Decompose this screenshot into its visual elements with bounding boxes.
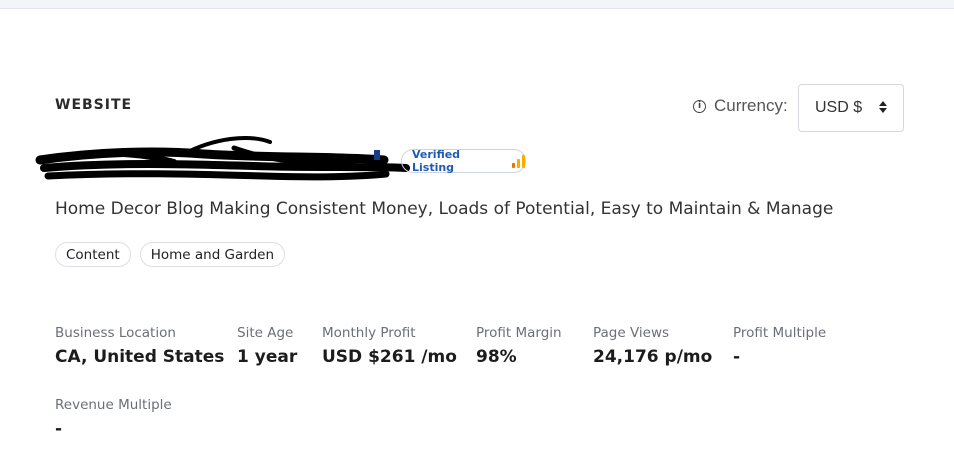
metric-business-location: Business Location CA, United States [55, 325, 224, 367]
metric-value: - [733, 347, 741, 367]
analytics-icon [512, 154, 525, 168]
metric-label: Revenue Multiple [55, 397, 172, 413]
redacted-title-scribble [35, 136, 410, 181]
metric-label: Monthly Profit [322, 325, 416, 341]
verified-listing-badge: Verified Listing [401, 148, 526, 174]
metric-profit-multiple: Profit Multiple - [733, 325, 826, 367]
metric-monthly-profit: Monthly Profit USD $261 /mo [322, 325, 457, 367]
tag-list: Content Home and Garden [55, 242, 286, 267]
listing-subtitle: Home Decor Blog Making Consistent Money,… [55, 199, 834, 219]
metric-label: Business Location [55, 325, 176, 341]
metric-label: Site Age [237, 325, 294, 341]
currency-selected-value: USD $ [815, 99, 863, 116]
currency-control: i Currency: [693, 96, 788, 116]
metric-value: 98% [476, 347, 517, 367]
sort-icon [879, 101, 887, 113]
currency-label: Currency: [714, 96, 788, 115]
metric-label: Profit Multiple [733, 325, 827, 341]
verified-listing-label: Verified Listing [412, 148, 461, 174]
metric-profit-margin: Profit Margin 98% [476, 325, 562, 367]
top-bar [0, 0, 954, 9]
tag-content[interactable]: Content [55, 242, 131, 267]
metric-label: Profit Margin [476, 325, 562, 341]
metric-label: Page Views [593, 325, 670, 341]
section-label: WEBSITE [55, 97, 133, 113]
metric-value: 24,176 p/mo [593, 347, 713, 367]
metric-value: CA, United States [55, 347, 225, 367]
metric-value: 1 year [237, 347, 298, 367]
metric-value: - [55, 419, 63, 439]
currency-select[interactable]: USD $ [798, 84, 904, 132]
metric-revenue-multiple: Revenue Multiple - [55, 397, 172, 439]
tag-home-and-garden[interactable]: Home and Garden [139, 242, 286, 267]
metric-site-age: Site Age 1 year [237, 325, 297, 367]
metric-page-views: Page Views 24,176 p/mo [593, 325, 712, 367]
metric-value: USD $261 /mo [322, 347, 457, 367]
info-icon[interactable]: i [693, 99, 706, 113]
